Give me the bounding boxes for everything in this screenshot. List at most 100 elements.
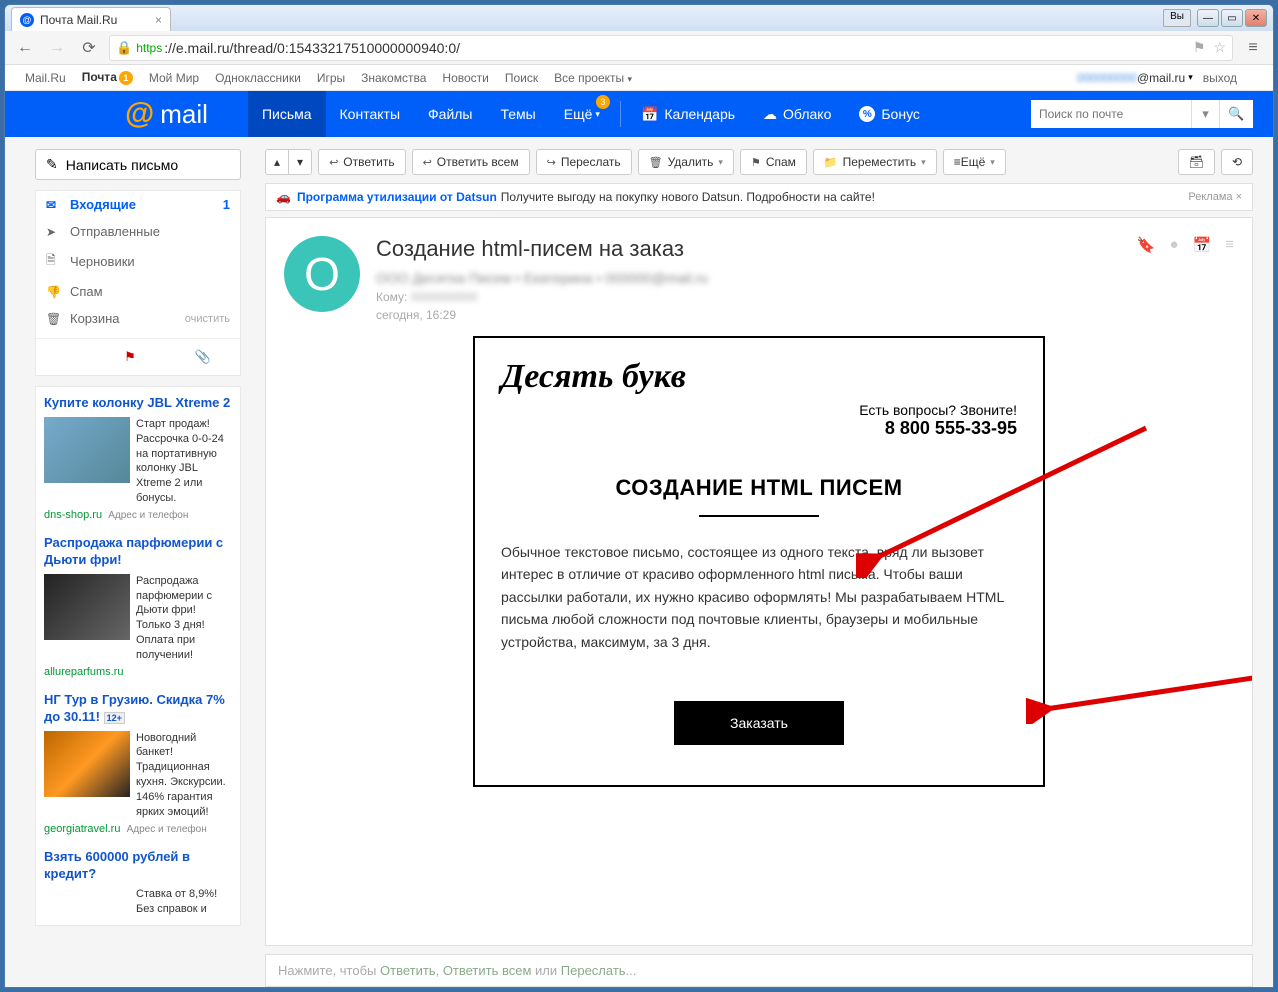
maximize-button[interactable]: ▭: [1221, 9, 1243, 27]
ad-address[interactable]: Адрес и телефон: [108, 510, 188, 521]
url-input[interactable]: 🔒 https ://e.mail.ru/thread/0:1543321751…: [109, 35, 1233, 61]
ad-item[interactable]: Распродажа парфюмерии с Дьюти фри! Распр…: [44, 535, 232, 678]
ad-title[interactable]: Купите колонку JBL Xtreme 2: [44, 395, 232, 412]
logout-link[interactable]: выход: [1203, 71, 1237, 85]
folder-trash[interactable]: 🗑Корзинаочистить: [36, 305, 240, 332]
trash-icon: 🗑: [46, 312, 62, 326]
extension-icon[interactable]: ⚑: [1193, 39, 1206, 56]
folder-sent[interactable]: ➤Отправленные: [36, 218, 240, 245]
promo-link[interactable]: Программа утилизации от Datsun: [297, 190, 497, 204]
ad-title[interactable]: Распродажа парфюмерии с Дьюти фри!: [44, 535, 232, 569]
nav-contacts[interactable]: Контакты: [326, 91, 414, 137]
msg-menu-icon[interactable]: ≡: [1225, 236, 1234, 322]
browser-tab[interactable]: @ Почта Mail.Ru ×: [11, 7, 171, 31]
search-input[interactable]: [1031, 100, 1191, 128]
back-button[interactable]: ←: [13, 36, 37, 60]
menu-button[interactable]: ≡: [1241, 36, 1265, 60]
nav-files[interactable]: Файлы: [414, 91, 486, 137]
refresh-button[interactable]: ⟲: [1221, 149, 1253, 175]
reply-icon: ↩: [329, 156, 338, 169]
ad-domain[interactable]: dns-shop.ru: [44, 509, 102, 521]
ad-title[interactable]: Взять 600000 рублей в кредит?: [44, 849, 232, 883]
portal-link-dating[interactable]: Знакомства: [361, 71, 426, 85]
bookmark-icon[interactable]: ☆: [1213, 39, 1226, 56]
ad-image: [44, 731, 130, 797]
url-path: ://e.mail.ru/thread/0:154332175100000009…: [164, 40, 460, 56]
chrome-user-badge[interactable]: Вы: [1163, 9, 1191, 27]
portal-link-mail[interactable]: Почта1: [82, 70, 133, 85]
ad-item[interactable]: НГ Тур в Грузию. Скидка 7% до 30.11! 12+…: [44, 692, 232, 835]
filter-flagged-icon[interactable]: ⚑: [124, 349, 136, 365]
browser-window: @ Почта Mail.Ru × Вы — ▭ ✕ ← → ⟳ 🔒 https…: [4, 4, 1274, 988]
calendar-icon: 📅: [641, 106, 658, 123]
delete-button[interactable]: 🗑Удалить▾: [638, 149, 734, 175]
quick-reply-input[interactable]: Нажмите, чтобы Ответить, Ответить всем и…: [265, 954, 1253, 987]
spam-button[interactable]: ⚑Спам: [740, 149, 807, 175]
nav-themes[interactable]: Темы: [487, 91, 550, 137]
minimize-button[interactable]: —: [1197, 9, 1219, 27]
mail-favicon-icon: @: [20, 13, 34, 27]
reply-all-button[interactable]: ↩Ответить всем: [412, 149, 530, 175]
drafts-icon: 🗎: [46, 251, 62, 272]
nav-more-badge: 3: [596, 95, 610, 109]
search-button[interactable]: 🔍: [1219, 100, 1253, 128]
contact-question: Есть вопросы? Звоните!: [501, 402, 1017, 418]
ad-domain[interactable]: georgiatravel.ru: [44, 823, 120, 835]
folder-label: Спам: [70, 284, 103, 299]
portal-link-ok[interactable]: Одноклассники: [215, 71, 301, 85]
logo[interactable]: @ mail: [125, 97, 208, 131]
calendar-add-icon[interactable]: 📅: [1193, 236, 1212, 322]
order-button[interactable]: Заказать: [674, 701, 844, 745]
next-message-button[interactable]: ▾: [288, 149, 312, 175]
portal-link-games[interactable]: Игры: [317, 71, 345, 85]
sidebar: ✎ Написать письмо ✉Входящие1 ➤Отправленн…: [5, 137, 253, 987]
portal-link-moymir[interactable]: Мой Мир: [149, 71, 199, 85]
user-email-blurred: 000000000: [1077, 71, 1137, 85]
sender-avatar: О: [284, 236, 360, 312]
body-paragraph: Обычное текстовое письмо, состоящее из о…: [501, 541, 1017, 653]
email-body: Десять букв Есть вопросы? Звоните! 8 800…: [473, 336, 1045, 787]
forward-button[interactable]: ↪Переслать: [536, 149, 632, 175]
portal-link-all[interactable]: Все проекты ▾: [554, 71, 632, 85]
ad-item[interactable]: Взять 600000 рублей в кредит? Ставка от …: [44, 849, 232, 917]
dot-icon[interactable]: ●: [1169, 236, 1178, 322]
nav-bonus[interactable]: %Бонус: [845, 91, 934, 137]
portal-link-mailru[interactable]: Mail.Ru: [25, 71, 66, 85]
contact-phone: 8 800 555-33-95: [501, 418, 1017, 439]
close-tab-icon[interactable]: ×: [155, 13, 162, 27]
ad-text: Старт продаж! Рассрочка 0-0-24 на портат…: [136, 417, 232, 506]
nav-more[interactable]: Ещё▾3: [550, 91, 614, 137]
nav-cloud[interactable]: ☁Облако: [749, 91, 845, 137]
reply-button[interactable]: ↩Ответить: [318, 149, 406, 175]
ad-address[interactable]: Адрес и телефон: [127, 824, 207, 835]
clear-trash-link[interactable]: очистить: [185, 313, 230, 325]
message-to: Кому: 0000000000: [376, 290, 1121, 304]
bookmark-icon[interactable]: 🔖: [1137, 236, 1156, 322]
promo-bar[interactable]: 🚗 Программа утилизации от Datsun Получит…: [265, 183, 1253, 211]
nav-calendar[interactable]: 📅Календарь: [627, 91, 749, 137]
message-view: О Создание html-писем на заказ ООО Десят…: [265, 217, 1253, 946]
folder-drafts[interactable]: 🗎 Черновики: [36, 245, 240, 278]
filter-attach-icon[interactable]: 📎: [194, 349, 210, 365]
ad-title[interactable]: НГ Тур в Грузию. Скидка 7% до 30.11! 12+: [44, 692, 232, 726]
close-window-button[interactable]: ✕: [1245, 9, 1267, 27]
compose-button[interactable]: ✎ Написать письмо: [35, 149, 241, 180]
ad-domain[interactable]: allureparfums.ru: [44, 666, 123, 678]
message-subject: Создание html-писем на заказ: [376, 236, 1121, 262]
prev-message-button[interactable]: ▴: [265, 149, 288, 175]
folder-spam[interactable]: 👎Спам: [36, 278, 240, 305]
folder-label: Черновики: [70, 254, 135, 269]
forward-button[interactable]: →: [45, 36, 69, 60]
folder-inbox[interactable]: ✉Входящие1: [36, 191, 240, 218]
search-dropdown[interactable]: ▾: [1191, 100, 1219, 128]
nav-letters[interactable]: Письма: [248, 91, 326, 137]
folder-count: 1: [223, 197, 230, 212]
ad-item[interactable]: Купите колонку JBL Xtreme 2 Старт продаж…: [44, 395, 232, 521]
body-title: СОЗДАНИЕ HTML ПИСЕМ: [501, 475, 1017, 501]
more-button[interactable]: ≡ Ещё▾: [943, 149, 1006, 175]
move-button[interactable]: 📁Переместить▾: [813, 149, 937, 175]
portal-link-news[interactable]: Новости: [442, 71, 488, 85]
reload-button[interactable]: ⟳: [77, 36, 101, 60]
portal-link-search[interactable]: Поиск: [505, 71, 538, 85]
archive-button[interactable]: 🗃: [1178, 149, 1215, 175]
